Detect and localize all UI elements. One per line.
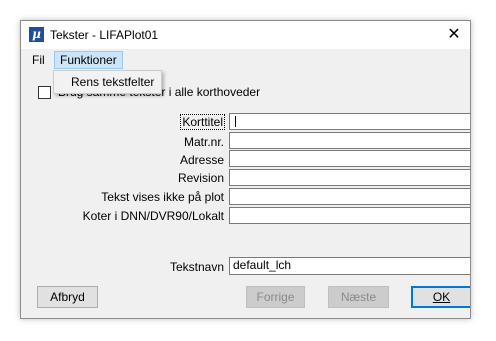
koter-input[interactable] <box>229 207 470 224</box>
tekst-vises-input[interactable] <box>229 188 470 205</box>
revision-input[interactable] <box>229 169 470 186</box>
window-title: Tekster - LIFAPlot01 <box>50 28 159 42</box>
matrnr-label: Matr.nr. <box>183 135 224 149</box>
menu-fil[interactable]: Fil <box>27 52 50 68</box>
adresse-input[interactable] <box>229 150 470 167</box>
koter-label: Koter i DNN/DVR90/Lokalt <box>82 209 224 223</box>
menu-bar: Fil Funktioner <box>21 50 470 70</box>
title-bar: µ Tekster - LIFAPlot01 ✕ <box>21 21 470 49</box>
same-texts-checkbox[interactable] <box>38 86 51 99</box>
tekstnavn-label: Tekstnavn <box>169 260 224 274</box>
text-caret <box>235 116 236 127</box>
korttitel-input[interactable] <box>229 113 470 130</box>
app-icon: µ <box>29 27 44 42</box>
tekst-vises-label: Tekst vises ikke på plot <box>101 190 224 204</box>
next-button[interactable]: Næste <box>328 286 389 308</box>
ok-button[interactable]: OK <box>411 286 470 308</box>
funktioner-dropdown: Rens tekstfelter <box>53 70 162 94</box>
previous-button[interactable]: Forrige <box>246 286 305 308</box>
dialog-window: µ Tekster - LIFAPlot01 ✕ Fil Funktioner … <box>20 20 471 319</box>
tekstnavn-input[interactable]: default_lch <box>229 257 470 275</box>
menu-funktioner[interactable]: Funktioner <box>54 51 123 69</box>
cancel-button[interactable]: Afbryd <box>37 286 98 308</box>
matrnr-input[interactable] <box>229 132 470 149</box>
revision-label: Revision <box>177 171 224 185</box>
korttitel-label: Korttitel <box>180 114 225 130</box>
menu-item-rens-tekstfelter[interactable]: Rens tekstfelter <box>71 75 154 89</box>
close-icon[interactable]: ✕ <box>442 23 466 47</box>
adresse-label: Adresse <box>179 153 224 167</box>
